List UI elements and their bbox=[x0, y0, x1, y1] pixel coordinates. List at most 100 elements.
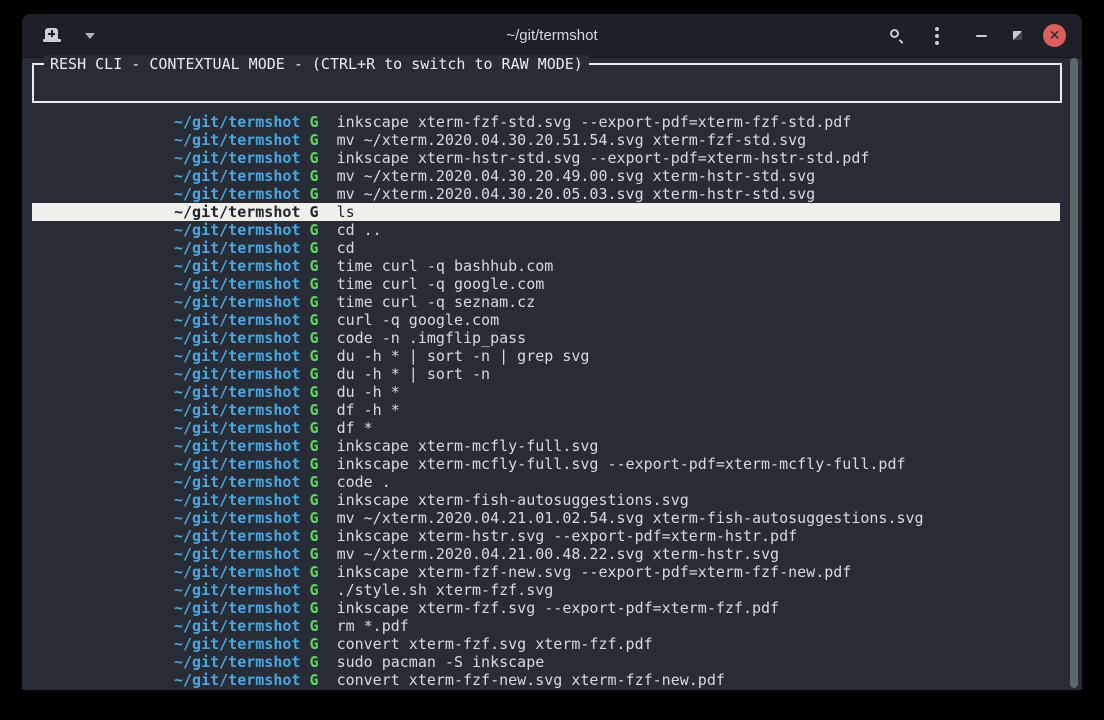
prompt-path: ~/git/termshot bbox=[174, 293, 300, 311]
prompt-path: ~/git/termshot bbox=[174, 149, 300, 167]
history-row[interactable]: ~/git/termshot G curl -q google.com bbox=[32, 311, 1060, 329]
prompt-path: ~/git/termshot bbox=[174, 509, 300, 527]
titlebar-left-group bbox=[40, 24, 102, 48]
search-button[interactable] bbox=[885, 24, 909, 48]
history-row[interactable]: ~/git/termshot G cd bbox=[32, 239, 1060, 257]
history-row[interactable]: ~/git/termshot G inkscape xterm-fzf-new.… bbox=[32, 563, 1060, 581]
prompt-path: ~/git/termshot bbox=[174, 437, 300, 455]
command-text: mv ~/xterm.2020.04.21.01.02.54.svg xterm… bbox=[337, 509, 924, 527]
restore-button[interactable] bbox=[1005, 24, 1029, 48]
git-indicator: G bbox=[309, 437, 318, 455]
git-indicator: G bbox=[309, 365, 318, 383]
minimize-button[interactable] bbox=[969, 24, 993, 48]
resh-search-input[interactable] bbox=[38, 73, 1056, 93]
command-text: inkscape xterm-mcfly-full.svg bbox=[337, 437, 599, 455]
new-tab-icon bbox=[43, 28, 61, 43]
history-row[interactable]: ~/git/termshot G time curl -q seznam.cz bbox=[32, 293, 1060, 311]
command-text: inkscape xterm-mcfly-full.svg --export-p… bbox=[337, 455, 906, 473]
history-row[interactable]: ~/git/termshot G du -h * | sort -n | gre… bbox=[32, 347, 1060, 365]
command-text: ls bbox=[337, 203, 355, 221]
prompt-path: ~/git/termshot bbox=[174, 365, 300, 383]
prompt-path: ~/git/termshot bbox=[174, 617, 300, 635]
prompt-path: ~/git/termshot bbox=[174, 167, 300, 185]
git-indicator: G bbox=[309, 671, 318, 689]
git-indicator: G bbox=[309, 329, 318, 347]
prompt-path: ~/git/termshot bbox=[174, 653, 300, 671]
menu-button[interactable] bbox=[925, 24, 949, 48]
prompt-path: ~/git/termshot bbox=[174, 239, 300, 257]
search-icon bbox=[889, 28, 905, 44]
command-text: du -h * | sort -n | grep svg bbox=[337, 347, 590, 365]
history-row[interactable]: ~/git/termshot G mv ~/xterm.2020.04.30.2… bbox=[32, 185, 1060, 203]
prompt-path: ~/git/termshot bbox=[174, 635, 300, 653]
history-row[interactable]: ~/git/termshot G ./style.sh xterm-fzf.sv… bbox=[32, 581, 1060, 599]
prompt-path: ~/git/termshot bbox=[174, 113, 300, 131]
history-row[interactable]: ~/git/termshot G sudo pacman -S inkscape bbox=[32, 653, 1060, 671]
prompt-path: ~/git/termshot bbox=[174, 473, 300, 491]
history-row[interactable]: ~/git/termshot G cd .. bbox=[32, 221, 1060, 239]
history-row[interactable]: ~/git/termshot G rm *.pdf bbox=[32, 617, 1060, 635]
git-indicator: G bbox=[309, 419, 318, 437]
scrollbar-thumb[interactable] bbox=[1070, 58, 1078, 688]
minimize-icon bbox=[976, 35, 987, 37]
history-row[interactable]: ~/git/termshot G du -h * | sort -n bbox=[32, 365, 1060, 383]
close-button[interactable]: ✕ bbox=[1043, 24, 1066, 47]
history-row[interactable]: ~/git/termshot G inkscape xterm-hstr-std… bbox=[32, 149, 1060, 167]
history-row[interactable]: ~/git/termshot G code -n .imgflip_pass bbox=[32, 329, 1060, 347]
prompt-path: ~/git/termshot bbox=[174, 401, 300, 419]
git-indicator: G bbox=[309, 473, 318, 491]
prompt-path: ~/git/termshot bbox=[174, 275, 300, 293]
git-indicator: G bbox=[309, 617, 318, 635]
history-row[interactable]: ~/git/termshot G mv ~/xterm.2020.04.21.0… bbox=[32, 545, 1060, 563]
git-indicator: G bbox=[309, 293, 318, 311]
prompt-path: ~/git/termshot bbox=[174, 581, 300, 599]
prompt-path: ~/git/termshot bbox=[174, 527, 300, 545]
history-row[interactable]: ~/git/termshot G inkscape xterm-hstr.svg… bbox=[32, 527, 1060, 545]
command-text: rm *.pdf bbox=[337, 617, 409, 635]
prompt-path: ~/git/termshot bbox=[174, 491, 300, 509]
history-row[interactable]: ~/git/termshot G inkscape xterm-fzf.svg … bbox=[32, 599, 1060, 617]
git-indicator: G bbox=[309, 221, 318, 239]
prompt-path: ~/git/termshot bbox=[174, 347, 300, 365]
command-text: cd .. bbox=[337, 221, 382, 239]
history-row[interactable]: ~/git/termshot G mv ~/xterm.2020.04.30.2… bbox=[32, 131, 1060, 149]
history-row[interactable]: ~/git/termshot G inkscape xterm-mcfly-fu… bbox=[32, 455, 1060, 473]
history-row[interactable]: ~/git/termshot G inkscape xterm-mcfly-fu… bbox=[32, 437, 1060, 455]
git-indicator: G bbox=[309, 185, 318, 203]
git-indicator: G bbox=[309, 239, 318, 257]
history-row[interactable]: ~/git/termshot G time curl -q bashhub.co… bbox=[32, 257, 1060, 275]
history-row[interactable]: ~/git/termshot G ls bbox=[32, 203, 1060, 221]
git-indicator: G bbox=[309, 131, 318, 149]
command-text: inkscape xterm-hstr.svg --export-pdf=xte… bbox=[337, 527, 798, 545]
command-text: convert xterm-fzf.svg xterm-fzf.pdf bbox=[337, 635, 653, 653]
git-indicator: G bbox=[309, 581, 318, 599]
history-row[interactable]: ~/git/termshot G time curl -q google.com bbox=[32, 275, 1060, 293]
git-indicator: G bbox=[309, 509, 318, 527]
history-row[interactable]: ~/git/termshot G df -h * bbox=[32, 401, 1060, 419]
history-row[interactable]: ~/git/termshot G du -h * bbox=[32, 383, 1060, 401]
history-row[interactable]: ~/git/termshot G mv ~/xterm.2020.04.30.2… bbox=[32, 167, 1060, 185]
history-row[interactable]: ~/git/termshot G convert xterm-fzf.svg x… bbox=[32, 635, 1060, 653]
history-row[interactable]: ~/git/termshot G inkscape xterm-fzf-std.… bbox=[32, 113, 1060, 131]
history-row[interactable]: ~/git/termshot G code . bbox=[32, 473, 1060, 491]
command-text: sudo pacman -S inkscape bbox=[337, 653, 545, 671]
caret-down-icon bbox=[85, 33, 95, 39]
history-row[interactable]: ~/git/termshot G mv ~/xterm.2020.04.21.0… bbox=[32, 509, 1060, 527]
history-row[interactable]: ~/git/termshot G df * bbox=[32, 419, 1060, 437]
command-text: code . bbox=[337, 473, 391, 491]
git-indicator: G bbox=[309, 563, 318, 581]
resh-header-box: RESH CLI - CONTEXTUAL MODE - (CTRL+R to … bbox=[32, 63, 1062, 103]
git-indicator: G bbox=[309, 455, 318, 473]
tab-list-dropdown-button[interactable] bbox=[78, 24, 102, 48]
command-text: du -h * bbox=[337, 383, 400, 401]
terminal-window: ~/git/termshot ✕ RESH CL bbox=[22, 14, 1082, 690]
command-text: code -n .imgflip_pass bbox=[337, 329, 527, 347]
prompt-path: ~/git/termshot bbox=[174, 545, 300, 563]
new-tab-button[interactable] bbox=[40, 24, 64, 48]
git-indicator: G bbox=[309, 113, 318, 131]
history-row[interactable]: ~/git/termshot G inkscape xterm-fish-aut… bbox=[32, 491, 1060, 509]
prompt-path: ~/git/termshot bbox=[174, 383, 300, 401]
history-row[interactable]: ~/git/termshot G convert xterm-fzf-new.s… bbox=[32, 671, 1060, 689]
command-text: time curl -q google.com bbox=[337, 275, 545, 293]
prompt-path: ~/git/termshot bbox=[174, 257, 300, 275]
